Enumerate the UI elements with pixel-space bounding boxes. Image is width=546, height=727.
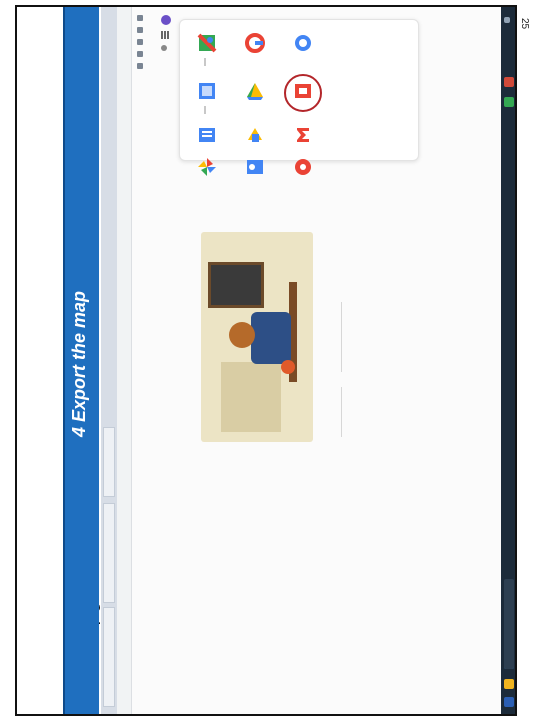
my-maps-icon[interactable] [244,124,266,146]
chrome-icon[interactable] [504,97,514,107]
taskbar [501,7,515,714]
doodle-image[interactable] [201,232,313,442]
sigma-icon[interactable] [292,124,314,146]
search-button[interactable] [341,302,342,372]
clock-icon [504,17,510,23]
doodle-flower [281,360,295,374]
toolbar-icons [134,15,146,105]
start-icon[interactable] [504,697,514,707]
lucky-button[interactable] [341,387,342,437]
avatar[interactable] [161,15,171,25]
docs-icon[interactable] [196,124,218,146]
earth-icon[interactable] [292,32,314,54]
maps-icon[interactable] [196,32,218,54]
google-plus-icon[interactable] [292,156,314,178]
extension-icon[interactable] [137,27,143,33]
page-number: 25 [519,18,530,30]
slide-number-column: 4-6 [17,7,105,714]
apps-grid-icon[interactable] [161,31,169,39]
doodle-person [251,312,291,364]
extension-icon[interactable] [137,63,143,69]
apps-panel [179,19,419,176]
browser-tab[interactable] [103,427,115,497]
drive-icon[interactable] [244,80,266,102]
extension-icon[interactable] [137,51,143,57]
extension-icon[interactable] [137,15,143,21]
google-icon[interactable] [244,32,266,54]
doodle-chalkboard [208,262,264,308]
forms-icon[interactable] [244,156,266,178]
app-icon[interactable] [504,77,514,87]
title-bar: 4 Export the map [63,7,99,714]
address-bar[interactable] [117,7,132,714]
highlight-circle [284,74,322,112]
taskbar-search[interactable] [504,579,514,669]
slide: 4-6 4 Export the map [15,5,517,716]
notifications-icon[interactable] [161,45,167,51]
calendar-icon[interactable] [196,80,218,102]
photos-icon[interactable] [196,156,218,178]
doodle-wall [221,362,281,432]
browser-tab-strip [101,7,117,714]
browser-tab[interactable] [103,607,115,707]
doodle-person-head [229,322,255,348]
extension-icon[interactable] [137,39,143,45]
app-label [204,58,206,66]
file-explorer-icon[interactable] [504,679,514,689]
browser-tab[interactable] [103,503,115,603]
browser-screenshot [101,7,515,714]
slide-title: 4 Export the map [69,290,89,437]
app-label [204,106,206,114]
